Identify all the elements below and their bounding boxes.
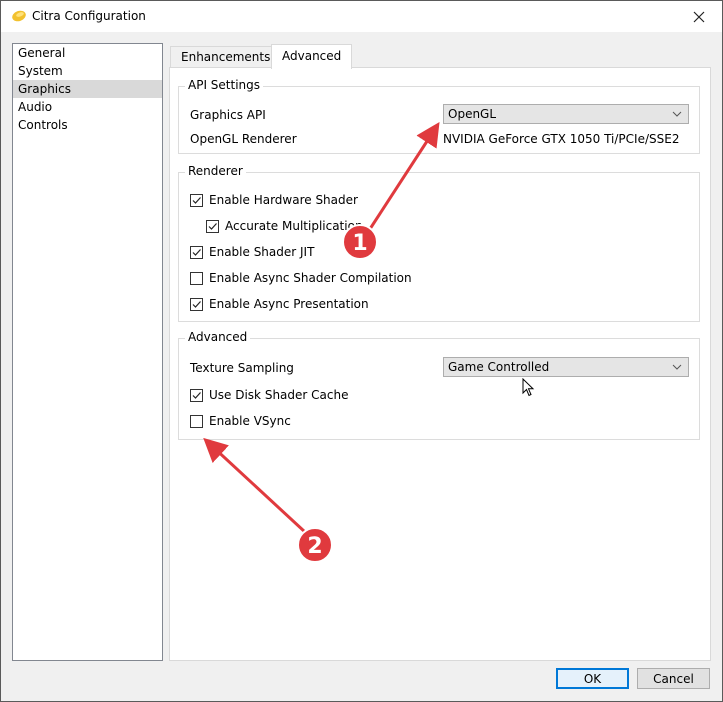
checkbox-checked xyxy=(190,245,203,259)
renderer-title: Renderer xyxy=(185,164,246,178)
sidebar-item-graphics[interactable]: Graphics xyxy=(13,80,162,98)
accurate-multiplication-label: Accurate Multiplication xyxy=(225,219,363,233)
chevron-down-icon xyxy=(672,364,682,370)
chevron-down-icon xyxy=(672,111,682,117)
enable-async-presentation-label: Enable Async Presentation xyxy=(209,297,369,311)
checkbox-checked xyxy=(190,388,203,402)
sidebar-item-system[interactable]: System xyxy=(13,62,162,80)
texture-sampling-dropdown[interactable]: Game Controlled xyxy=(443,357,689,377)
use-disk-shader-cache-checkbox[interactable]: Use Disk Shader Cache xyxy=(190,388,348,402)
checkbox-checked xyxy=(206,219,219,233)
enable-hardware-shader-checkbox[interactable]: Enable Hardware Shader xyxy=(190,193,358,207)
ok-button[interactable]: OK xyxy=(556,668,629,689)
enable-async-shader-compilation-checkbox[interactable]: Enable Async Shader Compilation xyxy=(190,271,412,285)
citra-configuration-window: Citra Configuration General System Graph… xyxy=(0,0,723,702)
citra-logo-icon xyxy=(11,9,27,23)
enable-vsync-label: Enable VSync xyxy=(209,414,291,428)
cancel-button[interactable]: Cancel xyxy=(637,668,710,689)
close-icon xyxy=(693,11,705,22)
enable-shader-jit-label: Enable Shader JIT xyxy=(209,245,315,259)
texture-sampling-value: Game Controlled xyxy=(448,360,550,374)
tab-advanced[interactable]: Advanced xyxy=(271,44,353,69)
enable-shader-jit-checkbox[interactable]: Enable Shader JIT xyxy=(190,245,314,259)
checkbox-unchecked xyxy=(190,414,203,428)
graphics-api-dropdown[interactable]: OpenGL xyxy=(443,104,689,124)
api-settings-group: API Settings Graphics API OpenGL OpenGL … xyxy=(178,78,700,154)
sidebar-item-audio[interactable]: Audio xyxy=(13,98,162,116)
opengl-renderer-value: NVIDIA GeForce GTX 1050 Ti/PCIe/SSE2 xyxy=(443,132,680,146)
opengl-renderer-label: OpenGL Renderer xyxy=(190,132,297,146)
window-title: Citra Configuration xyxy=(32,9,146,23)
advanced-tab-panel: API Settings Graphics API OpenGL OpenGL … xyxy=(169,67,711,661)
checkbox-checked xyxy=(190,297,203,311)
checkbox-checked xyxy=(190,193,203,207)
title-bar: Citra Configuration xyxy=(1,1,722,32)
graphics-api-label: Graphics API xyxy=(190,108,266,122)
checkbox-unchecked xyxy=(190,271,203,285)
texture-sampling-label: Texture Sampling xyxy=(190,361,294,375)
accurate-multiplication-checkbox[interactable]: Accurate Multiplication xyxy=(206,219,363,233)
enable-async-presentation-checkbox[interactable]: Enable Async Presentation xyxy=(190,297,369,311)
advanced-title: Advanced xyxy=(185,330,251,344)
enable-vsync-checkbox[interactable]: Enable VSync xyxy=(190,414,291,428)
mouse-cursor-icon xyxy=(522,378,535,397)
sidebar-item-general[interactable]: General xyxy=(13,44,162,62)
use-disk-shader-cache-label: Use Disk Shader Cache xyxy=(209,388,349,402)
graphics-api-value: OpenGL xyxy=(448,107,497,121)
enable-async-shader-compilation-label: Enable Async Shader Compilation xyxy=(209,271,412,285)
advanced-group: Advanced Texture Sampling Game Controlle… xyxy=(178,330,700,440)
category-list[interactable]: General System Graphics Audio Controls xyxy=(12,43,163,661)
renderer-group: Renderer Enable Hardware Shader Accurate… xyxy=(178,164,700,322)
api-settings-title: API Settings xyxy=(185,78,264,92)
enable-hardware-shader-label: Enable Hardware Shader xyxy=(209,193,358,207)
sidebar-item-controls[interactable]: Controls xyxy=(13,116,162,134)
close-button[interactable] xyxy=(676,1,722,32)
tab-enhancements[interactable]: Enhancements xyxy=(170,46,282,68)
